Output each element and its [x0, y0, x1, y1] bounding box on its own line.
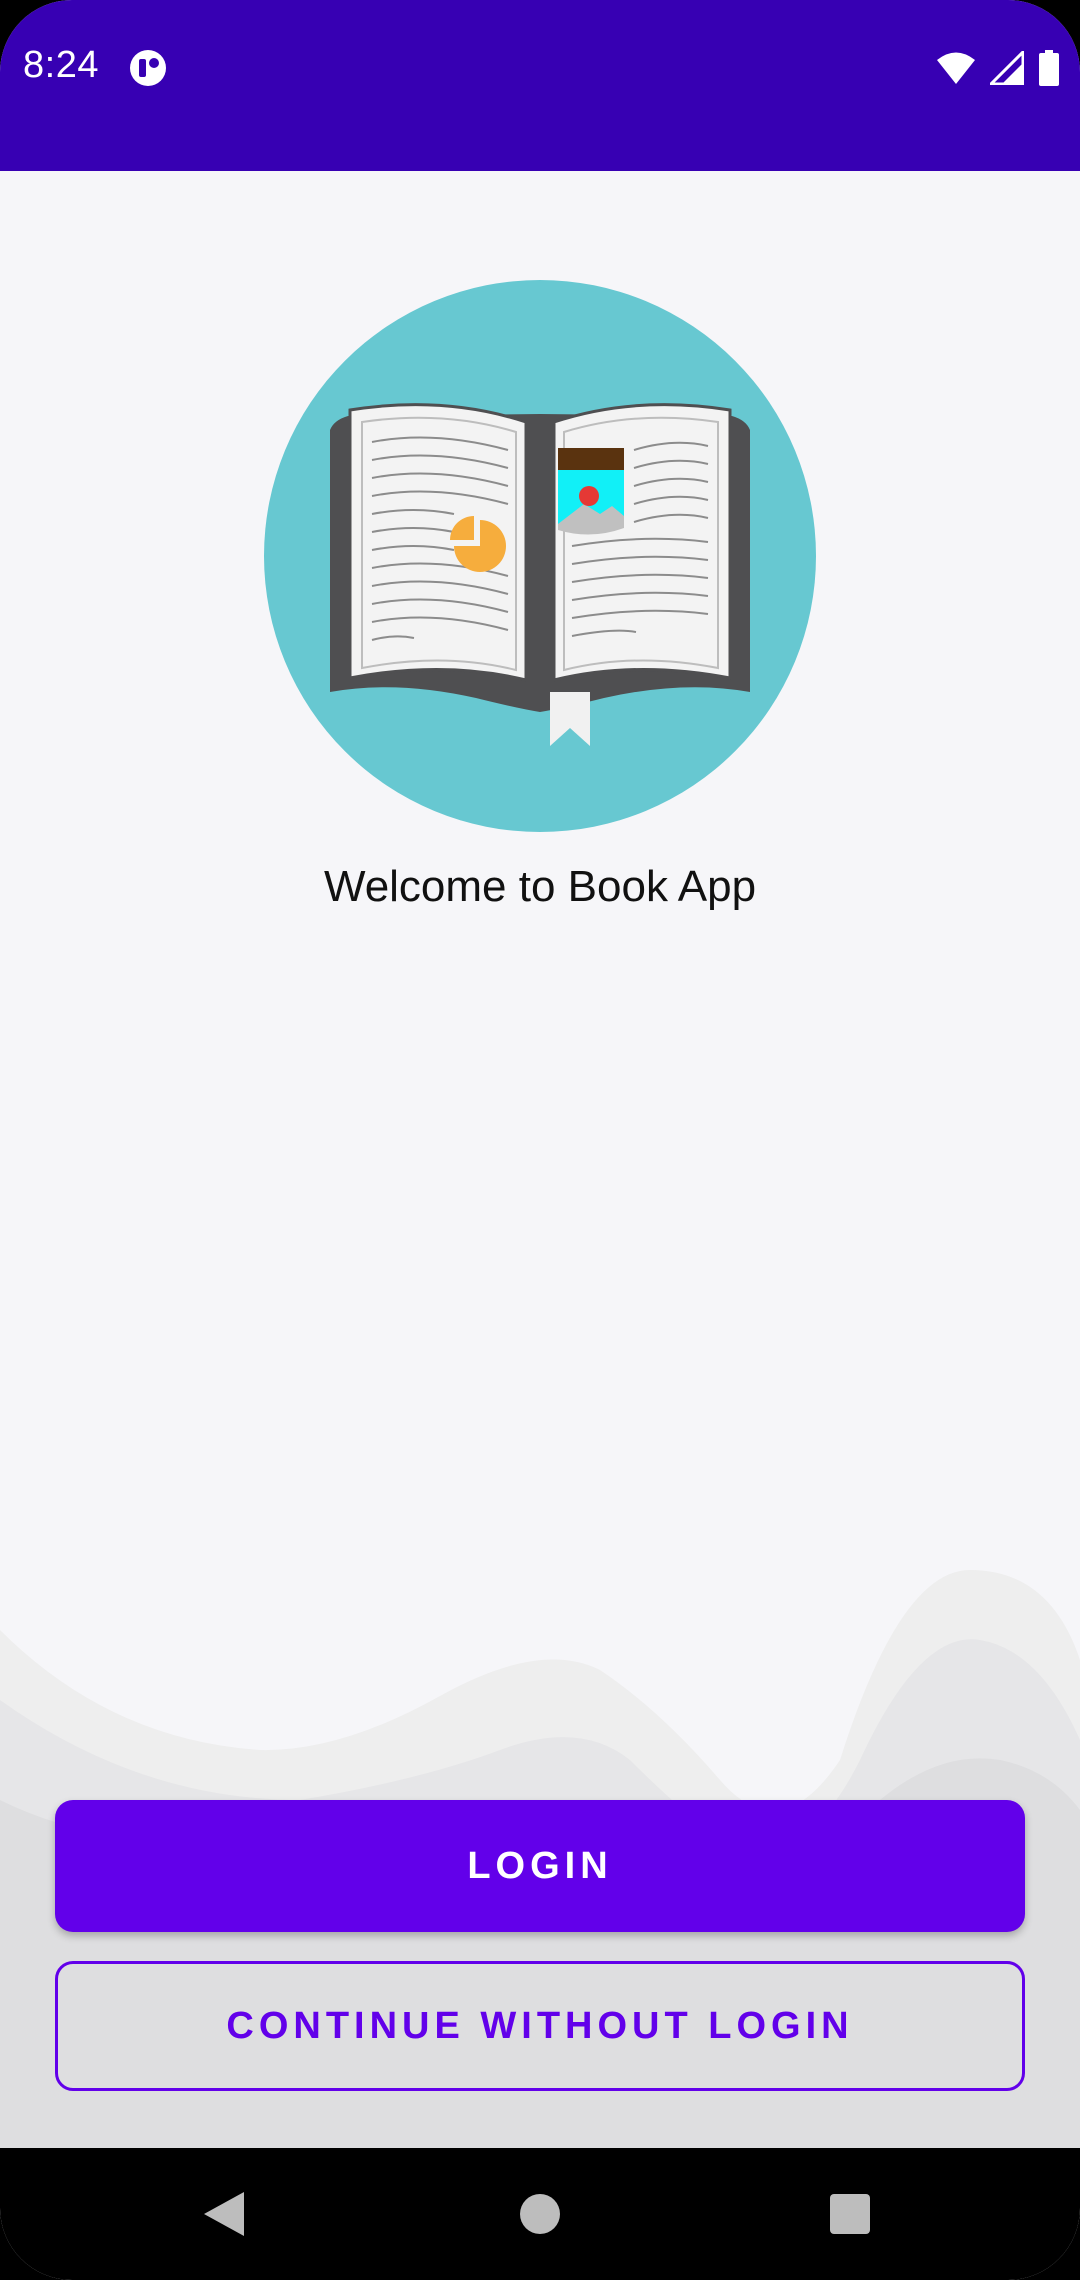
app-logo	[264, 280, 816, 832]
back-button[interactable]	[164, 2148, 284, 2280]
wifi-icon	[937, 52, 975, 84]
home-button[interactable]	[480, 2148, 600, 2280]
status-time: 8:24	[23, 44, 99, 86]
open-book-icon	[264, 280, 816, 832]
app-screen: 8:24 Welcome to Book App LOGIN CONTINUE …	[0, 0, 1080, 2280]
recents-icon	[830, 2194, 870, 2234]
home-icon	[520, 2194, 560, 2234]
cellular-signal-icon	[990, 51, 1024, 85]
status-icons	[936, 48, 1060, 88]
recents-button[interactable]	[790, 2148, 910, 2280]
notification-app-icon	[130, 50, 166, 86]
status-bar: 8:24	[0, 0, 1080, 171]
welcome-text: Welcome to Book App	[323, 862, 757, 911]
login-button[interactable]: LOGIN	[55, 1800, 1025, 1932]
continue-without-login-button[interactable]: CONTINUE WITHOUT LOGIN	[55, 1961, 1025, 2091]
back-icon	[204, 2192, 244, 2236]
battery-icon	[1039, 50, 1059, 86]
system-navigation-bar	[0, 2148, 1080, 2280]
